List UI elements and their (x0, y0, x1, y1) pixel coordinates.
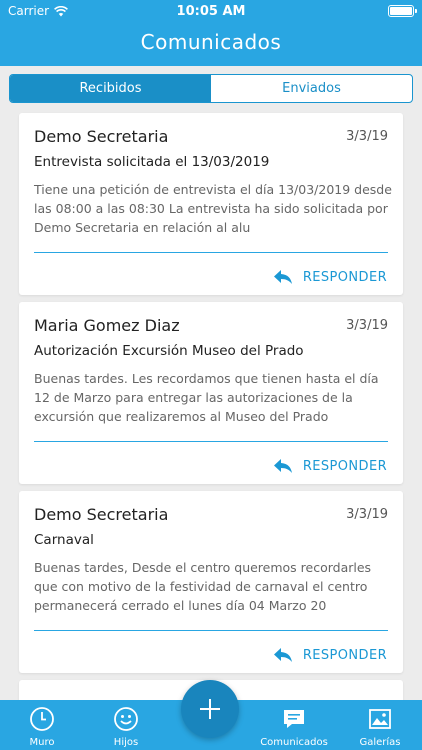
tab-galerias[interactable]: Galerías (338, 700, 422, 750)
clock-icon (30, 707, 54, 731)
tab-muro[interactable]: Muro (0, 700, 84, 750)
segmented-control: Recibidos Enviados (9, 74, 413, 103)
segment-sent[interactable]: Enviados (211, 75, 412, 102)
reply-icon (273, 270, 292, 284)
message-sender: Demo Secretaria (34, 505, 169, 524)
plus-icon (200, 699, 220, 719)
message-preview: Buenas tardes. Les recordamos que tienen… (34, 371, 379, 424)
message-date: 3/3/19 (346, 318, 388, 333)
status-time: 10:05 AM (176, 4, 246, 19)
message-subject: Autorización Excursión Museo del Prado (34, 343, 304, 359)
message-preview: Buenas tardes, Desde el centro queremos … (34, 560, 372, 613)
reply-icon (273, 459, 292, 473)
smiley-icon (114, 707, 138, 731)
tab-muro-label: Muro (29, 737, 55, 748)
message-card[interactable]: Maria Gomez Diaz 3/3/19 Autorización Exc… (19, 302, 403, 484)
tab-hijos-label: Hijos (113, 737, 139, 748)
image-icon (369, 709, 391, 729)
segment-received[interactable]: Recibidos (10, 75, 211, 102)
app-header: Carrier 10:05 AM Comunicados (0, 0, 422, 66)
reply-label: RESPONDER (302, 647, 387, 663)
reply-label: RESPONDER (302, 458, 387, 474)
reply-label: RESPONDER (302, 269, 387, 285)
tab-comunicados-label: Comunicados (260, 737, 328, 748)
tab-hijos[interactable]: Hijos (84, 700, 168, 750)
message-subject: Carnaval (34, 532, 94, 548)
message-date: 3/3/19 (346, 507, 388, 522)
reply-button[interactable]: RESPONDER (273, 458, 387, 474)
message-subject: Entrevista solicitada el 13/03/2019 (34, 154, 270, 170)
message-card[interactable]: Demo Secretaria 3/3/19 Carnaval Buenas t… (19, 491, 403, 673)
tab-galerias-label: Galerías (359, 737, 401, 748)
status-bar: Carrier 10:05 AM (0, 0, 422, 22)
message-card[interactable]: Demo Secretaria 3/3/19 Entrevista solici… (19, 113, 403, 295)
message-date: 3/3/19 (346, 129, 388, 144)
message-sender: Maria Gomez Diaz (34, 316, 180, 335)
message-sender: Demo Secretaria (34, 127, 169, 146)
divider (34, 441, 388, 442)
divider (34, 252, 388, 253)
new-message-button[interactable] (181, 680, 239, 738)
divider (34, 630, 388, 631)
chat-bubble-icon (284, 710, 304, 728)
reply-button[interactable]: RESPONDER (273, 269, 387, 285)
reply-icon (273, 648, 292, 662)
tab-comunicados[interactable]: Comunicados (252, 700, 336, 750)
battery-icon (388, 5, 417, 17)
reply-button[interactable]: RESPONDER (273, 647, 387, 663)
message-preview: Tiene una petición de entrevista el día … (34, 182, 392, 235)
page-title: Comunicados (140, 30, 282, 54)
